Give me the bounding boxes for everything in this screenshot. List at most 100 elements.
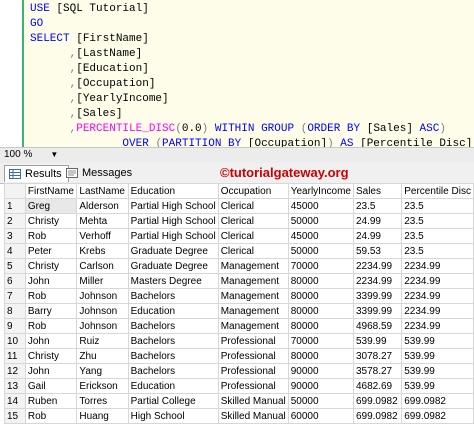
column-header[interactable]: Education <box>127 183 219 199</box>
row-number[interactable]: 5 <box>4 258 26 274</box>
zoom-select[interactable]: 100 % ▼ <box>2 149 60 161</box>
table-cell[interactable]: 2234.99 <box>401 273 474 289</box>
table-cell[interactable]: 23.5 <box>401 228 474 244</box>
results-grid[interactable]: FirstName LastName Education Occupation … <box>4 183 474 424</box>
column-header[interactable]: FirstName <box>24 183 78 199</box>
table-cell[interactable]: Johnson <box>76 288 129 304</box>
table-cell[interactable]: Zhu <box>76 348 129 364</box>
table-cell[interactable]: John <box>24 363 78 379</box>
row-number[interactable]: 12 <box>4 363 26 379</box>
table-cell[interactable]: 80000 <box>287 288 354 304</box>
table-cell[interactable]: Partial College <box>127 393 219 409</box>
chevron-down-icon[interactable]: ▼ <box>50 150 58 159</box>
table-cell[interactable]: 80000 <box>287 318 354 334</box>
table-cell[interactable]: Partial High School <box>127 228 219 244</box>
table-cell[interactable]: Christy <box>24 258 78 274</box>
table-cell[interactable]: 539.99 <box>401 363 474 379</box>
table-cell[interactable]: Barry <box>24 303 78 319</box>
table-row[interactable]: 10 John Ruiz Bachelors Professional 70000 539.… <box>4 333 474 349</box>
sql-code[interactable]: USE [SQL Tutorial] GO SELECT [FirstName] ,… <box>30 2 472 167</box>
table-cell[interactable]: Education <box>127 303 219 319</box>
table-cell[interactable]: Bachelors <box>127 363 219 379</box>
table-cell[interactable]: Partial High School <box>127 213 219 229</box>
table-row[interactable]: 2 Christy Mehta Partial High School Clerical… <box>4 213 474 229</box>
table-cell[interactable]: Ruiz <box>76 333 129 349</box>
table-cell[interactable]: 50000 <box>287 243 354 259</box>
table-cell[interactable]: 70000 <box>287 333 354 349</box>
table-cell[interactable]: 4682.69 <box>352 378 403 394</box>
table-row[interactable]: 7 Rob Johnson Bachelors Management 80000 3399.… <box>4 288 474 304</box>
row-number[interactable]: 8 <box>4 303 26 319</box>
table-cell[interactable]: 24.99 <box>352 228 403 244</box>
table-cell[interactable]: Yang <box>76 363 129 379</box>
table-cell[interactable]: 90000 <box>287 378 354 394</box>
table-cell[interactable]: Education <box>127 378 219 394</box>
table-cell[interactable]: Bachelors <box>127 288 219 304</box>
table-cell[interactable]: 539.99 <box>401 333 474 349</box>
row-number[interactable]: 6 <box>4 273 26 289</box>
table-cell[interactable]: 45000 <box>287 228 354 244</box>
table-cell[interactable]: Rob <box>24 318 78 334</box>
table-cell[interactable]: Krebs <box>76 243 129 259</box>
table-row[interactable]: 3 Rob Verhoff Partial High School Clerical 45… <box>4 228 474 244</box>
table-row[interactable]: 6 John Miller Masters Degree Management 80000… <box>4 273 474 289</box>
table-row[interactable]: 14 Ruben Torres Partial College Skilled Manu… <box>4 393 474 409</box>
table-cell[interactable]: Management <box>217 288 289 304</box>
table-cell[interactable]: John <box>24 273 78 289</box>
table-cell[interactable]: Management <box>217 258 289 274</box>
table-row[interactable]: 9 Rob Johnson Bachelors Management 80000 4968.… <box>4 318 474 334</box>
table-row[interactable]: 13 Gail Erickson Education Professional 90000… <box>4 378 474 394</box>
table-cell[interactable]: Professional <box>217 363 289 379</box>
row-number[interactable]: 4 <box>4 243 26 259</box>
table-cell[interactable]: Clerical <box>217 213 289 229</box>
table-cell[interactable]: Management <box>217 273 289 289</box>
grid-corner[interactable] <box>4 183 26 199</box>
row-number[interactable]: 3 <box>4 228 26 244</box>
table-cell[interactable]: Graduate Degree <box>127 258 219 274</box>
table-cell[interactable]: Gail <box>24 378 78 394</box>
table-cell[interactable]: Verhoff <box>76 228 129 244</box>
table-cell[interactable]: 70000 <box>287 258 354 274</box>
table-cell[interactable]: Skilled Manual <box>217 393 289 409</box>
table-cell[interactable]: 2234.99 <box>401 258 474 274</box>
table-cell[interactable]: 2234.99 <box>401 318 474 334</box>
table-cell[interactable]: Professional <box>217 378 289 394</box>
table-cell[interactable]: 2234.99 <box>352 273 403 289</box>
table-cell[interactable]: 3399.99 <box>352 303 403 319</box>
row-number[interactable]: 14 <box>4 393 26 409</box>
table-cell[interactable]: Greg <box>24 198 78 214</box>
table-cell[interactable]: Mehta <box>76 213 129 229</box>
column-header[interactable]: Occupation <box>217 183 289 199</box>
table-cell[interactable]: Erickson <box>76 378 129 394</box>
row-number[interactable]: 1 <box>4 198 26 214</box>
table-cell[interactable]: 699.0982 <box>401 393 474 409</box>
table-cell[interactable]: Alderson <box>76 198 129 214</box>
table-cell[interactable]: Christy <box>24 348 78 364</box>
tab-messages[interactable]: Messages <box>62 165 138 181</box>
column-header[interactable]: Sales <box>352 183 403 199</box>
table-cell[interactable]: Management <box>217 303 289 319</box>
table-cell[interactable]: 50000 <box>287 213 354 229</box>
table-cell[interactable]: Bachelors <box>127 318 219 334</box>
table-cell[interactable]: 45000 <box>287 198 354 214</box>
table-cell[interactable]: Johnson <box>76 303 129 319</box>
table-cell[interactable]: Ruben <box>24 393 78 409</box>
table-cell[interactable]: 3078.27 <box>352 348 403 364</box>
table-cell[interactable]: Masters Degree <box>127 273 219 289</box>
row-number[interactable]: 11 <box>4 348 26 364</box>
table-cell[interactable]: 24.99 <box>352 213 403 229</box>
table-cell[interactable]: Bachelors <box>127 333 219 349</box>
table-cell[interactable]: Clerical <box>217 198 289 214</box>
table-cell[interactable]: 23.5 <box>401 213 474 229</box>
table-cell[interactable]: 2234.99 <box>401 303 474 319</box>
table-cell[interactable]: Rob <box>24 408 78 424</box>
table-cell[interactable]: Professional <box>217 348 289 364</box>
table-cell[interactable]: Torres <box>76 393 129 409</box>
table-cell[interactable]: Clerical <box>217 243 289 259</box>
table-cell[interactable]: 2234.99 <box>401 288 474 304</box>
row-number[interactable]: 7 <box>4 288 26 304</box>
table-cell[interactable]: High School <box>127 408 219 424</box>
table-cell[interactable]: 80000 <box>287 348 354 364</box>
table-cell[interactable]: 4968.59 <box>352 318 403 334</box>
table-cell[interactable]: Huang <box>76 408 129 424</box>
